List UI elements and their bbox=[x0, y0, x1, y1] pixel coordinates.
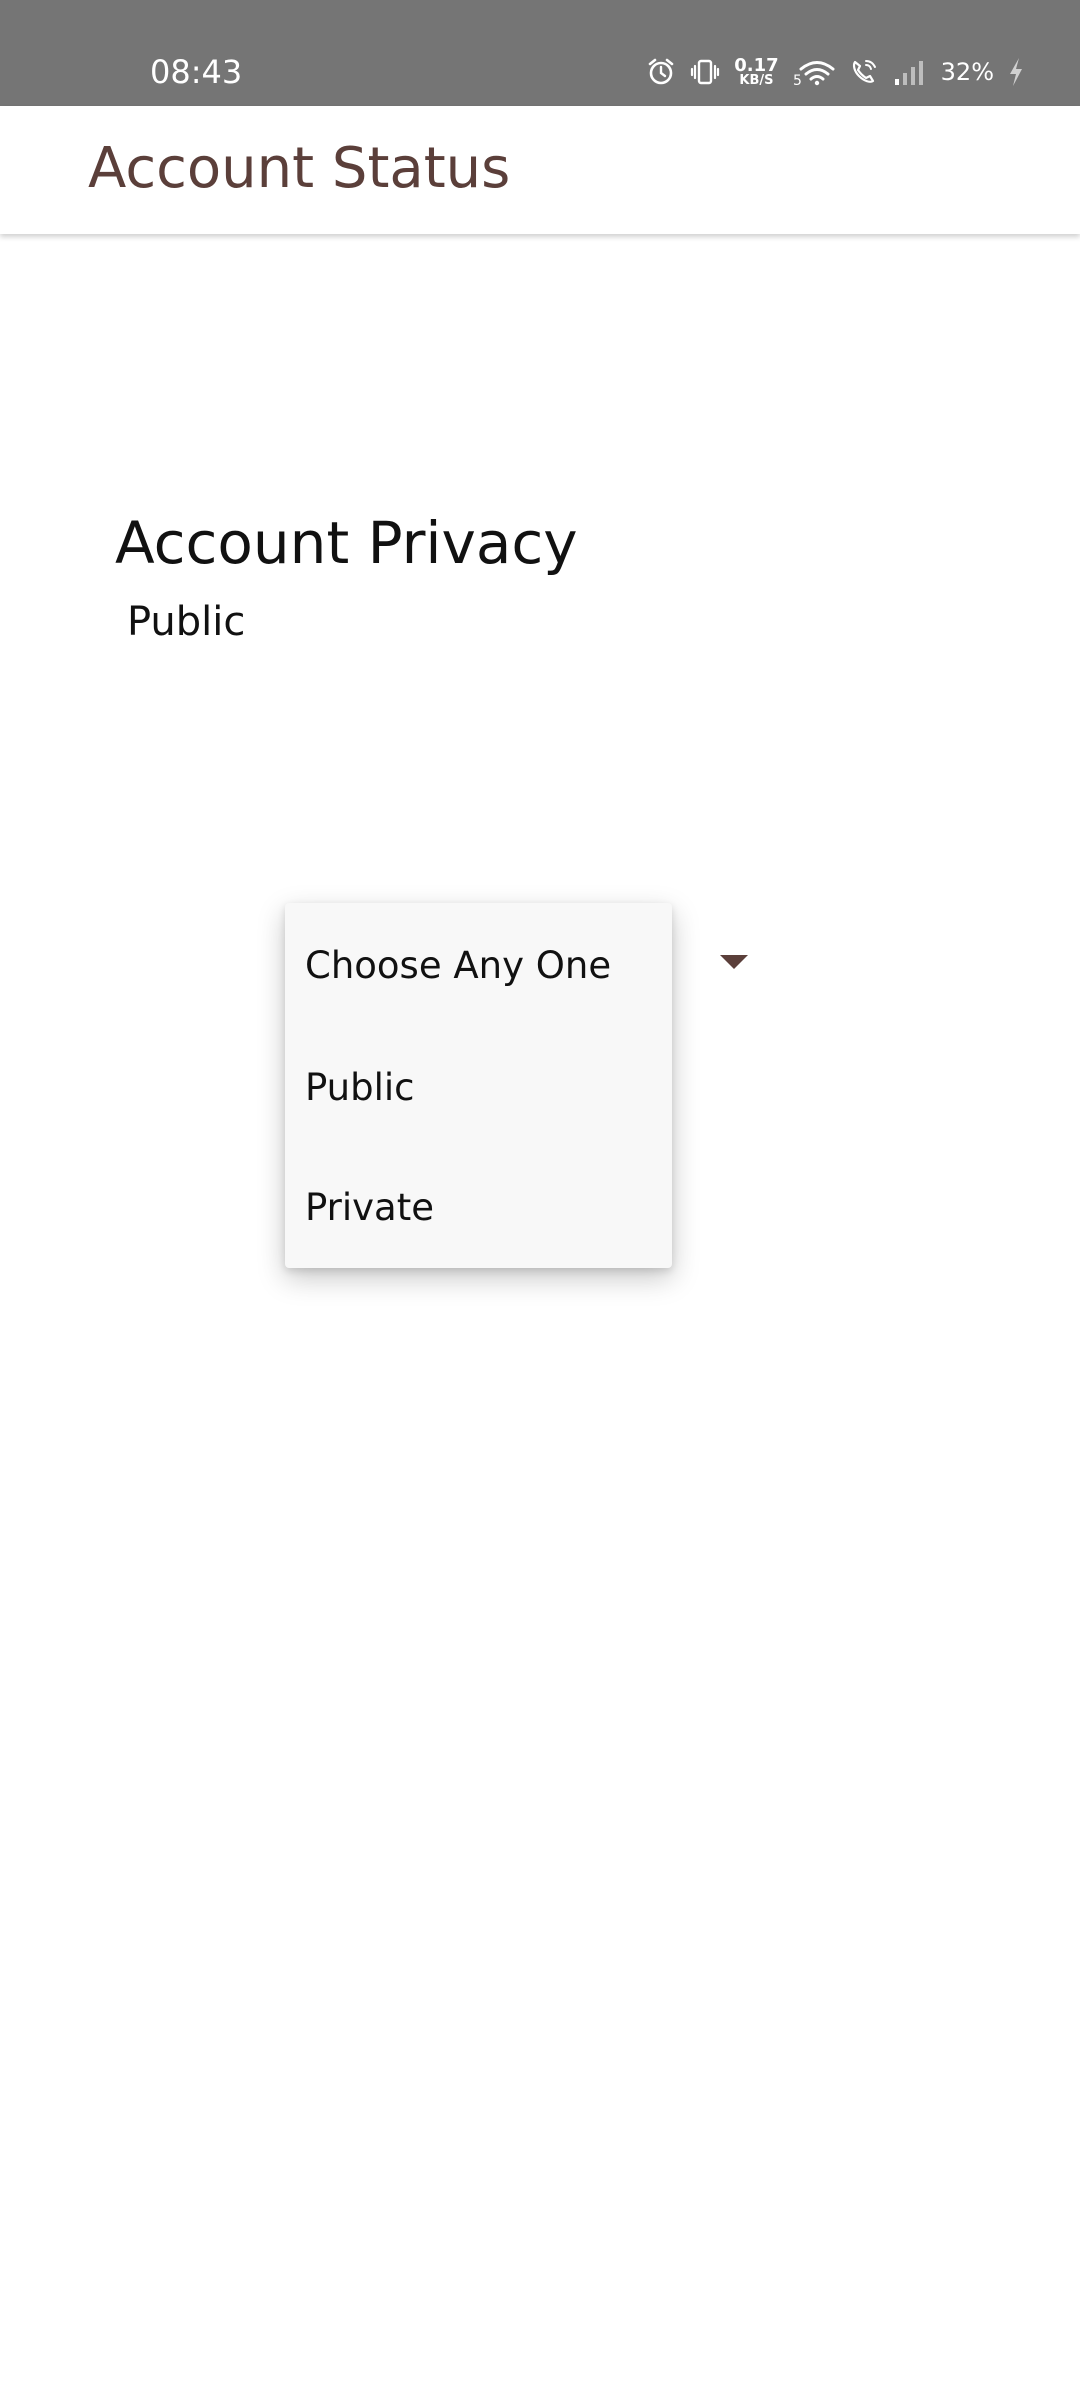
privacy-dropdown-menu: Choose Any One Public Private bbox=[285, 903, 672, 1268]
battery-percent: 32% bbox=[940, 58, 994, 86]
app-bar: Account Status bbox=[0, 106, 1080, 234]
status-icons: 0.17 KB/S 5 32% bbox=[646, 52, 1024, 92]
account-privacy-value: Public bbox=[127, 599, 246, 645]
dropdown-option-private[interactable]: Private bbox=[285, 1147, 672, 1267]
status-bar: 08:43 0.17 KB/S 5 32% bbox=[0, 0, 1080, 106]
screen: 08:43 0.17 KB/S 5 32% Account Status Acc… bbox=[0, 0, 1080, 2400]
wifi-calling-icon bbox=[849, 57, 879, 87]
wifi-icon: 5 bbox=[793, 57, 835, 87]
network-speed: 0.17 KB/S bbox=[734, 54, 779, 88]
network-speed-value: 0.17 bbox=[734, 54, 779, 76]
cell-signal-icon bbox=[893, 57, 927, 87]
dropdown-arrow-icon[interactable] bbox=[720, 955, 748, 969]
charging-icon bbox=[1008, 57, 1024, 87]
alarm-icon bbox=[646, 57, 676, 87]
vibrate-icon bbox=[690, 57, 720, 87]
dropdown-option-public[interactable]: Public bbox=[285, 1027, 672, 1147]
network-speed-unit: KB/S bbox=[739, 72, 774, 88]
svg-text:5: 5 bbox=[793, 73, 802, 87]
status-time: 08:43 bbox=[150, 53, 243, 91]
dropdown-option-choose[interactable]: Choose Any One bbox=[285, 905, 672, 1025]
page-title: Account Status bbox=[88, 136, 511, 201]
account-privacy-heading: Account Privacy bbox=[115, 509, 578, 577]
